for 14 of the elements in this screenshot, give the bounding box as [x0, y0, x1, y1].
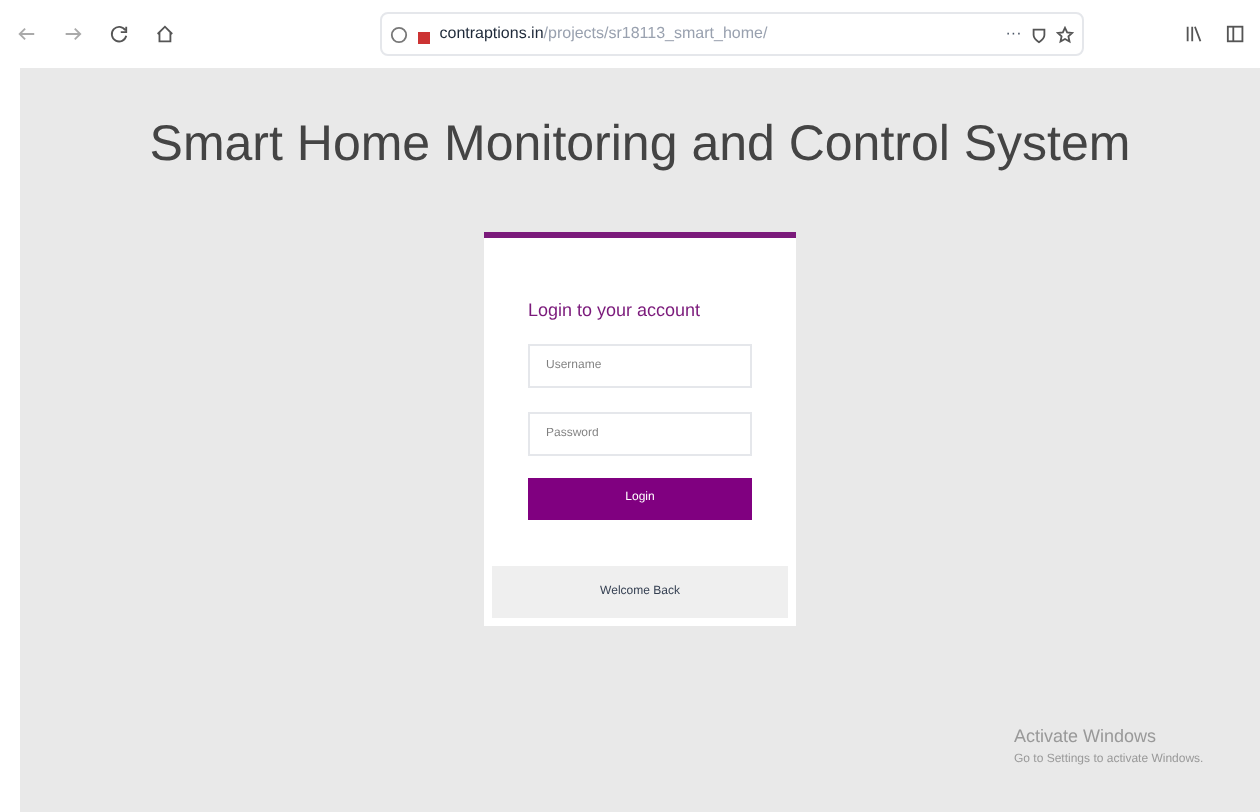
page-actions-menu[interactable]: ··· [1005, 22, 1022, 46]
reload-icon[interactable] [107, 22, 130, 46]
activation-notice-title: Activate Windows [1014, 724, 1159, 750]
info-icon [389, 25, 408, 43]
home-icon[interactable] [153, 22, 176, 46]
url-domain: contraptions.in [439, 24, 544, 42]
address-bar[interactable]: contraptions.in/projects/sr18113_smart_home/ ··· [379, 12, 1084, 56]
sidebar-icon[interactable] [1225, 24, 1244, 44]
shield-icon[interactable] [1029, 25, 1048, 43]
star-icon[interactable] [1055, 25, 1074, 43]
url-path: /projects/sr18113_smart_home/ [543, 24, 768, 42]
login-heading: Login to your account [528, 297, 703, 324]
library-icon[interactable] [1183, 24, 1202, 44]
page-title: Smart Home Monitoring and Control System [149, 114, 1131, 176]
